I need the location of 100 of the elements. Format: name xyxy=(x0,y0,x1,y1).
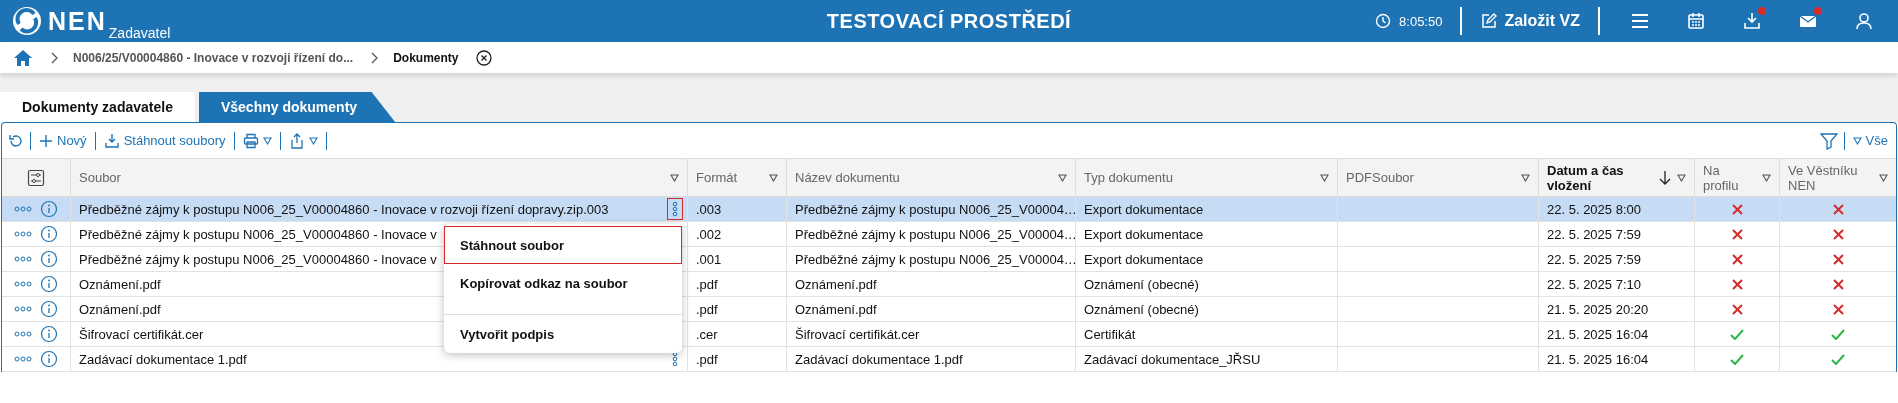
filter-triangle-icon[interactable] xyxy=(769,173,778,182)
column-header[interactable]: Soubor xyxy=(79,170,664,185)
info-icon[interactable] xyxy=(40,350,58,368)
column-header[interactable]: Název dokumentu xyxy=(795,170,1052,185)
refresh-icon[interactable] xyxy=(8,132,24,149)
sort-arrow-icon[interactable] xyxy=(1659,169,1671,186)
menu-item[interactable]: Stáhnout soubor xyxy=(444,226,682,264)
filter-triangle-icon[interactable] xyxy=(1677,173,1686,182)
tab[interactable]: Dokumenty zadavatele xyxy=(0,92,195,122)
breadcrumb-link[interactable]: Dokumenty xyxy=(393,50,459,65)
filter-triangle-icon[interactable] xyxy=(1521,173,1530,182)
more-icon[interactable] xyxy=(14,280,32,288)
download-files-button[interactable]: Stáhnout soubory xyxy=(101,130,228,151)
new-button[interactable]: Nový xyxy=(37,131,89,150)
table-cell: .002 xyxy=(696,226,722,242)
column-header[interactable]: PDFSoubor xyxy=(1346,170,1515,185)
table-cell: Předběžné zájmy k postupu N006_25_V00004… xyxy=(795,251,1075,267)
table-cell: 21. 5. 2025 20:20 xyxy=(1547,301,1649,317)
info-icon[interactable] xyxy=(40,225,58,243)
table-cell: Předběžné zájmy k postupu N006_25_V00004… xyxy=(795,226,1075,242)
filter-dropdown[interactable]: Vše xyxy=(1850,131,1890,150)
create-button[interactable]: Založit VZ xyxy=(1474,8,1586,34)
edit-icon xyxy=(1480,12,1499,30)
close-icon[interactable] xyxy=(476,49,493,66)
printer-icon xyxy=(242,132,259,149)
column-header[interactable]: Ve Věstníku NEN xyxy=(1788,162,1873,193)
table-cell: Certifikát xyxy=(1084,326,1136,342)
kebab-icon xyxy=(672,351,678,367)
table-cell: Předběžné zájmy k postupu N006_25_V00004… xyxy=(795,201,1075,217)
column-header[interactable]: Typ dokumentu xyxy=(1084,170,1314,185)
more-icon[interactable] xyxy=(14,330,32,338)
info-icon[interactable] xyxy=(40,275,58,293)
table-cell: Šifrovací certifikát.cer xyxy=(795,326,920,342)
table-cell: Export dokumentace xyxy=(1084,201,1204,217)
table-cell: Předběžné zájmy k postupu N006_25_V00004860 - Inovace v xyxy=(79,226,437,242)
table-cell: Export dokumentace xyxy=(1084,226,1204,242)
more-icon[interactable] xyxy=(14,305,32,313)
row-menu-button[interactable] xyxy=(667,198,683,220)
logo-subtitle: Zadavatel xyxy=(108,24,171,42)
dropdown-triangle-icon xyxy=(262,136,272,145)
table-cell: Oznámení.pdf xyxy=(795,276,877,292)
environment-title: TESTOVACÍ PROSTŘEDÍ xyxy=(826,9,1072,33)
clock-icon xyxy=(1375,13,1392,29)
settings-icon[interactable] xyxy=(27,168,45,187)
breadcrumb-link[interactable]: N006/25/V00004860 - Inovace v rozvoji řízení do... xyxy=(73,50,354,65)
filter-icon[interactable] xyxy=(1819,131,1838,150)
table-cell: .003 xyxy=(696,201,722,217)
info-icon[interactable] xyxy=(40,200,58,218)
download-icon xyxy=(103,132,120,149)
menu-icon xyxy=(1630,11,1650,31)
filter-triangle-icon[interactable] xyxy=(1320,173,1329,182)
info-icon[interactable] xyxy=(40,300,58,318)
filter-triangle-icon[interactable] xyxy=(1762,173,1771,182)
table-cell: 22. 5. 2025 8:00 xyxy=(1547,201,1641,217)
kebab-icon xyxy=(672,201,678,217)
chevron-icon xyxy=(371,51,380,64)
table-cell: Oznámení.pdf xyxy=(79,301,161,317)
info-icon[interactable] xyxy=(40,250,58,268)
filter-triangle-icon[interactable] xyxy=(1879,173,1888,182)
menu-item[interactable]: Vytvořit podpis xyxy=(444,315,682,353)
filter-triangle-icon[interactable] xyxy=(1058,173,1067,182)
table-cell: Předběžné zájmy k postupu N006_25_V00004860 - Inovace v rozvoji řízení dopravy.zip.003 xyxy=(79,201,609,217)
user-icon xyxy=(1854,11,1874,31)
chevron-icon xyxy=(51,51,59,64)
table-cell: Oznámení (obecné) xyxy=(1084,276,1199,292)
notification-dot xyxy=(1814,7,1822,15)
table-cell: .001 xyxy=(696,251,722,267)
table-cell: Oznámení.pdf xyxy=(795,301,877,317)
table-cell: Předběžné zájmy k postupu N006_25_V00004860 - Inovace v xyxy=(79,251,437,267)
table-cell: 21. 5. 2025 16:04 xyxy=(1547,326,1649,342)
table-cell: .pdf xyxy=(696,276,718,292)
table-cell: Šifrovací certifikát.cer xyxy=(79,326,204,342)
download-icon xyxy=(1742,11,1762,31)
table-cell: Zadávací dokumentace 1.pdf xyxy=(79,351,247,367)
table-cell: .pdf xyxy=(696,351,718,367)
table-cell: Zadávací dokumentace 1.pdf xyxy=(795,351,963,367)
table-cell: .cer xyxy=(696,326,718,342)
dropdown-triangle-icon xyxy=(308,136,318,145)
more-icon[interactable] xyxy=(14,205,32,213)
more-icon[interactable] xyxy=(14,230,32,238)
notification-dot xyxy=(1758,7,1766,15)
logo-text: NEN xyxy=(48,6,107,36)
info-icon[interactable] xyxy=(40,325,58,343)
table-cell: 22. 5. 2025 7:59 xyxy=(1547,226,1641,242)
calendar-icon xyxy=(1686,11,1706,31)
menu-item[interactable]: Kopírovat odkaz na soubor xyxy=(444,264,682,302)
table-cell: Oznámení.pdf xyxy=(79,276,161,292)
column-header[interactable]: Datum a čas vložení xyxy=(1547,162,1653,193)
more-icon[interactable] xyxy=(14,255,32,263)
tab[interactable]: Všechny dokumenty xyxy=(198,92,396,122)
column-header[interactable]: Na profilu xyxy=(1703,162,1756,193)
table-cell: 22. 5. 2025 7:10 xyxy=(1547,276,1641,292)
more-icon[interactable] xyxy=(14,355,32,363)
column-header[interactable]: Formát xyxy=(696,170,763,185)
upload-icon xyxy=(288,132,305,149)
dropdown-triangle-icon xyxy=(1852,136,1862,145)
table-cell: Oznámení (obecné) xyxy=(1084,301,1199,317)
clock-time: 8:05:50 xyxy=(1399,13,1443,29)
home-icon[interactable] xyxy=(13,48,33,67)
filter-triangle-icon[interactable] xyxy=(670,173,679,182)
